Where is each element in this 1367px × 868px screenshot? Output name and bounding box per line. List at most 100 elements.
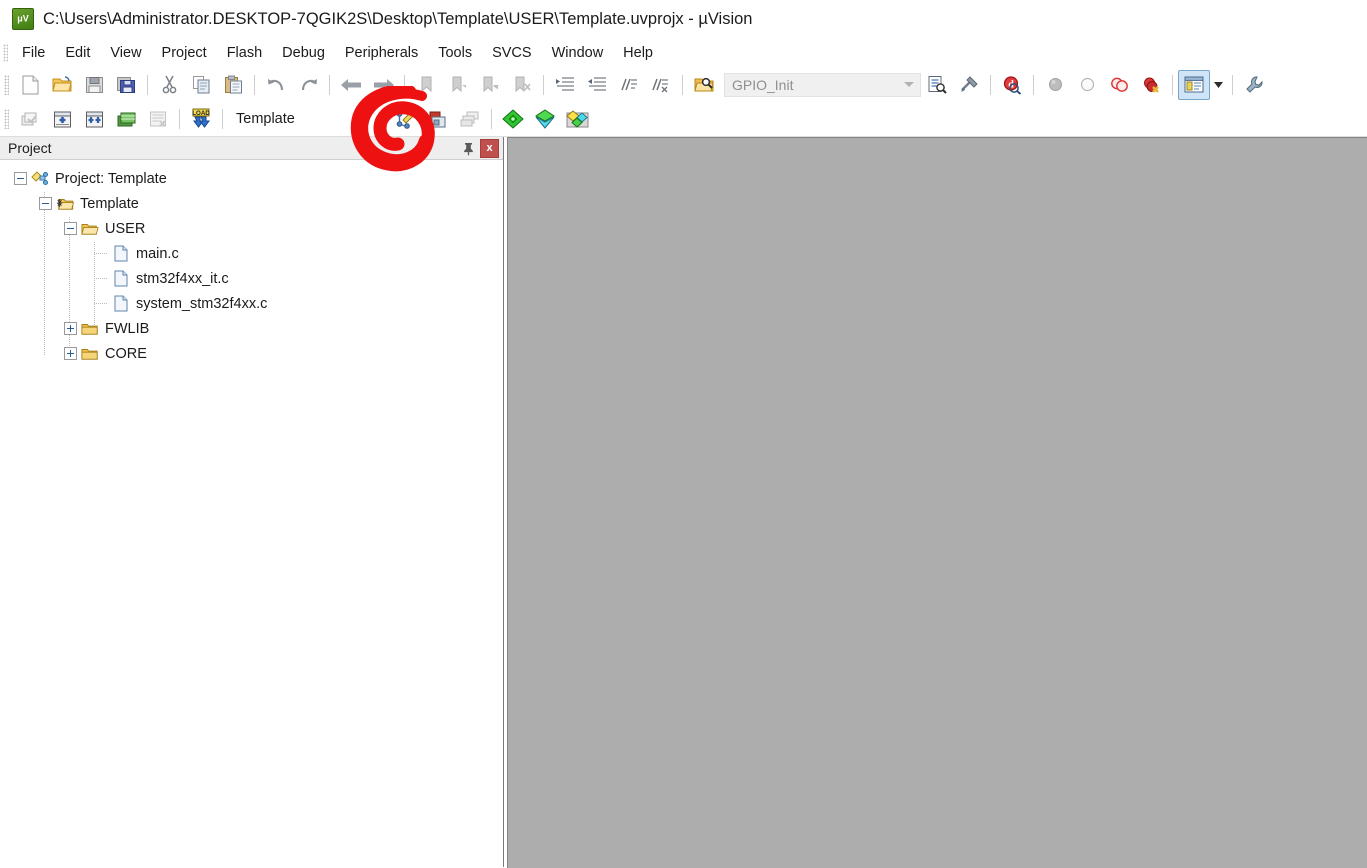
save-icon[interactable] xyxy=(78,70,110,100)
expander-plus-icon[interactable] xyxy=(64,347,77,360)
pin-icon[interactable] xyxy=(460,140,476,157)
forward-icon[interactable] xyxy=(367,70,399,100)
select-software-packs-icon[interactable] xyxy=(529,104,561,134)
tree-node-file[interactable]: main.c xyxy=(0,241,503,266)
back-icon[interactable] xyxy=(335,70,367,100)
group-icon xyxy=(81,321,99,337)
tree-node-group-fwlib[interactable]: FWLIB xyxy=(0,316,503,341)
tree-label: system_stm32f4xx.c xyxy=(136,295,268,312)
paste-icon[interactable] xyxy=(217,70,249,100)
tree-node-file[interactable]: stm32f4xx_it.c xyxy=(0,266,503,291)
expander-minus-icon[interactable] xyxy=(39,197,52,210)
tree-label: main.c xyxy=(136,245,179,262)
toolbar-separator xyxy=(254,74,255,95)
browse-info-icon[interactable] xyxy=(921,70,953,100)
group-icon xyxy=(81,346,99,362)
tree-node-group-user[interactable]: USER xyxy=(0,216,503,241)
editor-client-area xyxy=(507,137,1367,868)
menu-svcs[interactable]: SVCS xyxy=(483,42,541,64)
expander-minus-icon[interactable] xyxy=(64,222,77,235)
redo-icon[interactable] xyxy=(292,70,324,100)
toolbar-separator xyxy=(990,74,991,95)
expander-plus-icon[interactable] xyxy=(64,322,77,335)
bookmark-next-icon xyxy=(474,70,506,100)
bookmark-prev-icon xyxy=(442,70,474,100)
menu-edit[interactable]: Edit xyxy=(56,42,99,64)
stop-build-icon xyxy=(142,104,174,134)
configure-target-options-icon[interactable] xyxy=(390,104,422,134)
breakpoint-kill-all-icon[interactable] xyxy=(1135,70,1167,100)
tree-label: Project: Template xyxy=(55,170,167,187)
breakpoint-disable-all-icon[interactable] xyxy=(1103,70,1135,100)
tree-guide xyxy=(94,278,108,279)
menu-debug[interactable]: Debug xyxy=(273,42,334,64)
manage-project-items-icon[interactable] xyxy=(422,104,454,134)
manage-run-time-env-icon[interactable] xyxy=(561,104,593,134)
close-icon[interactable]: x xyxy=(480,139,499,158)
find-in-files-icon[interactable] xyxy=(688,70,720,100)
undo-icon[interactable] xyxy=(260,70,292,100)
project-panel-buttons: x xyxy=(460,139,499,158)
rebuild-all-icon[interactable] xyxy=(78,104,110,134)
target-icon xyxy=(56,196,74,212)
menu-bar: File Edit View Project Flash Debug Perip… xyxy=(0,38,1367,67)
indent-left-icon[interactable] xyxy=(581,70,613,100)
toolbar-separator xyxy=(1033,74,1034,95)
toolbar-separator xyxy=(222,109,223,129)
find-icon[interactable]: d xyxy=(996,70,1028,100)
project-tree[interactable]: Project: Template Template USER main.c s… xyxy=(0,160,503,867)
indent-right-icon[interactable] xyxy=(549,70,581,100)
tree-guide xyxy=(94,303,108,304)
uncomment-icon[interactable] xyxy=(645,70,677,100)
menu-view[interactable]: View xyxy=(101,42,150,64)
expander-minus-icon[interactable] xyxy=(14,172,27,185)
toolbar-separator xyxy=(1232,74,1233,95)
comment-icon[interactable] xyxy=(613,70,645,100)
new-file-icon[interactable] xyxy=(14,70,46,100)
window-title: C:\Users\Administrator.DESKTOP-7QGIK2S\D… xyxy=(43,9,753,28)
menu-window[interactable]: Window xyxy=(543,42,613,64)
toolbar-separator xyxy=(404,74,405,95)
c-file-icon xyxy=(112,295,130,312)
menu-flash[interactable]: Flash xyxy=(218,42,271,64)
save-all-icon[interactable] xyxy=(110,70,142,100)
pack-installer-icon[interactable] xyxy=(497,104,529,134)
configure-toolbars-icon[interactable] xyxy=(1238,70,1270,100)
build-target-icon[interactable] xyxy=(46,104,78,134)
tree-node-file[interactable]: system_stm32f4xx.c xyxy=(0,291,503,316)
tree-node-target[interactable]: Template xyxy=(0,191,503,216)
function-navigate-combo[interactable]: GPIO_Init xyxy=(724,72,921,97)
chevron-down-icon[interactable] xyxy=(898,75,920,95)
batch-build-icon[interactable] xyxy=(110,104,142,134)
toolbar-grip xyxy=(4,109,9,129)
c-file-icon xyxy=(112,245,130,262)
tree-label: FWLIB xyxy=(105,320,150,337)
project-panel: Project x Project: Template Template USE… xyxy=(0,137,504,867)
go-to-definition-icon[interactable] xyxy=(953,70,985,100)
uvision-window: C:\Users\Administrator.DESKTOP-7QGIK2S\D… xyxy=(0,0,1367,868)
function-navigate-value: GPIO_Init xyxy=(732,76,794,93)
window-layout-icon[interactable] xyxy=(1178,69,1210,100)
tree-node-group-core[interactable]: CORE xyxy=(0,341,503,366)
window-layout-dropdown-icon[interactable] xyxy=(1210,70,1227,100)
bookmark-clear-icon xyxy=(506,70,538,100)
menu-project[interactable]: Project xyxy=(153,42,216,64)
tree-guide xyxy=(94,253,108,254)
main-toolbar: GPIO_Init d xyxy=(0,67,1367,102)
toolbar-separator xyxy=(543,74,544,95)
copy-icon[interactable] xyxy=(185,70,217,100)
menu-help[interactable]: Help xyxy=(614,42,662,64)
cut-icon[interactable] xyxy=(153,70,185,100)
toolbar-separator xyxy=(179,109,180,129)
uvision-logo-icon xyxy=(12,8,34,30)
menu-tools[interactable]: Tools xyxy=(429,42,481,64)
download-icon[interactable]: LOAD xyxy=(185,104,217,134)
toolbar-separator xyxy=(491,109,492,129)
target-selector[interactable]: Template xyxy=(228,108,376,130)
tree-node-project[interactable]: Project: Template xyxy=(0,166,503,191)
menu-peripherals[interactable]: Peripherals xyxy=(336,42,427,64)
open-file-icon[interactable] xyxy=(46,70,78,100)
menu-file[interactable]: File xyxy=(13,42,54,64)
translate-file-icon xyxy=(14,104,46,134)
target-name-label: Template xyxy=(236,111,295,127)
